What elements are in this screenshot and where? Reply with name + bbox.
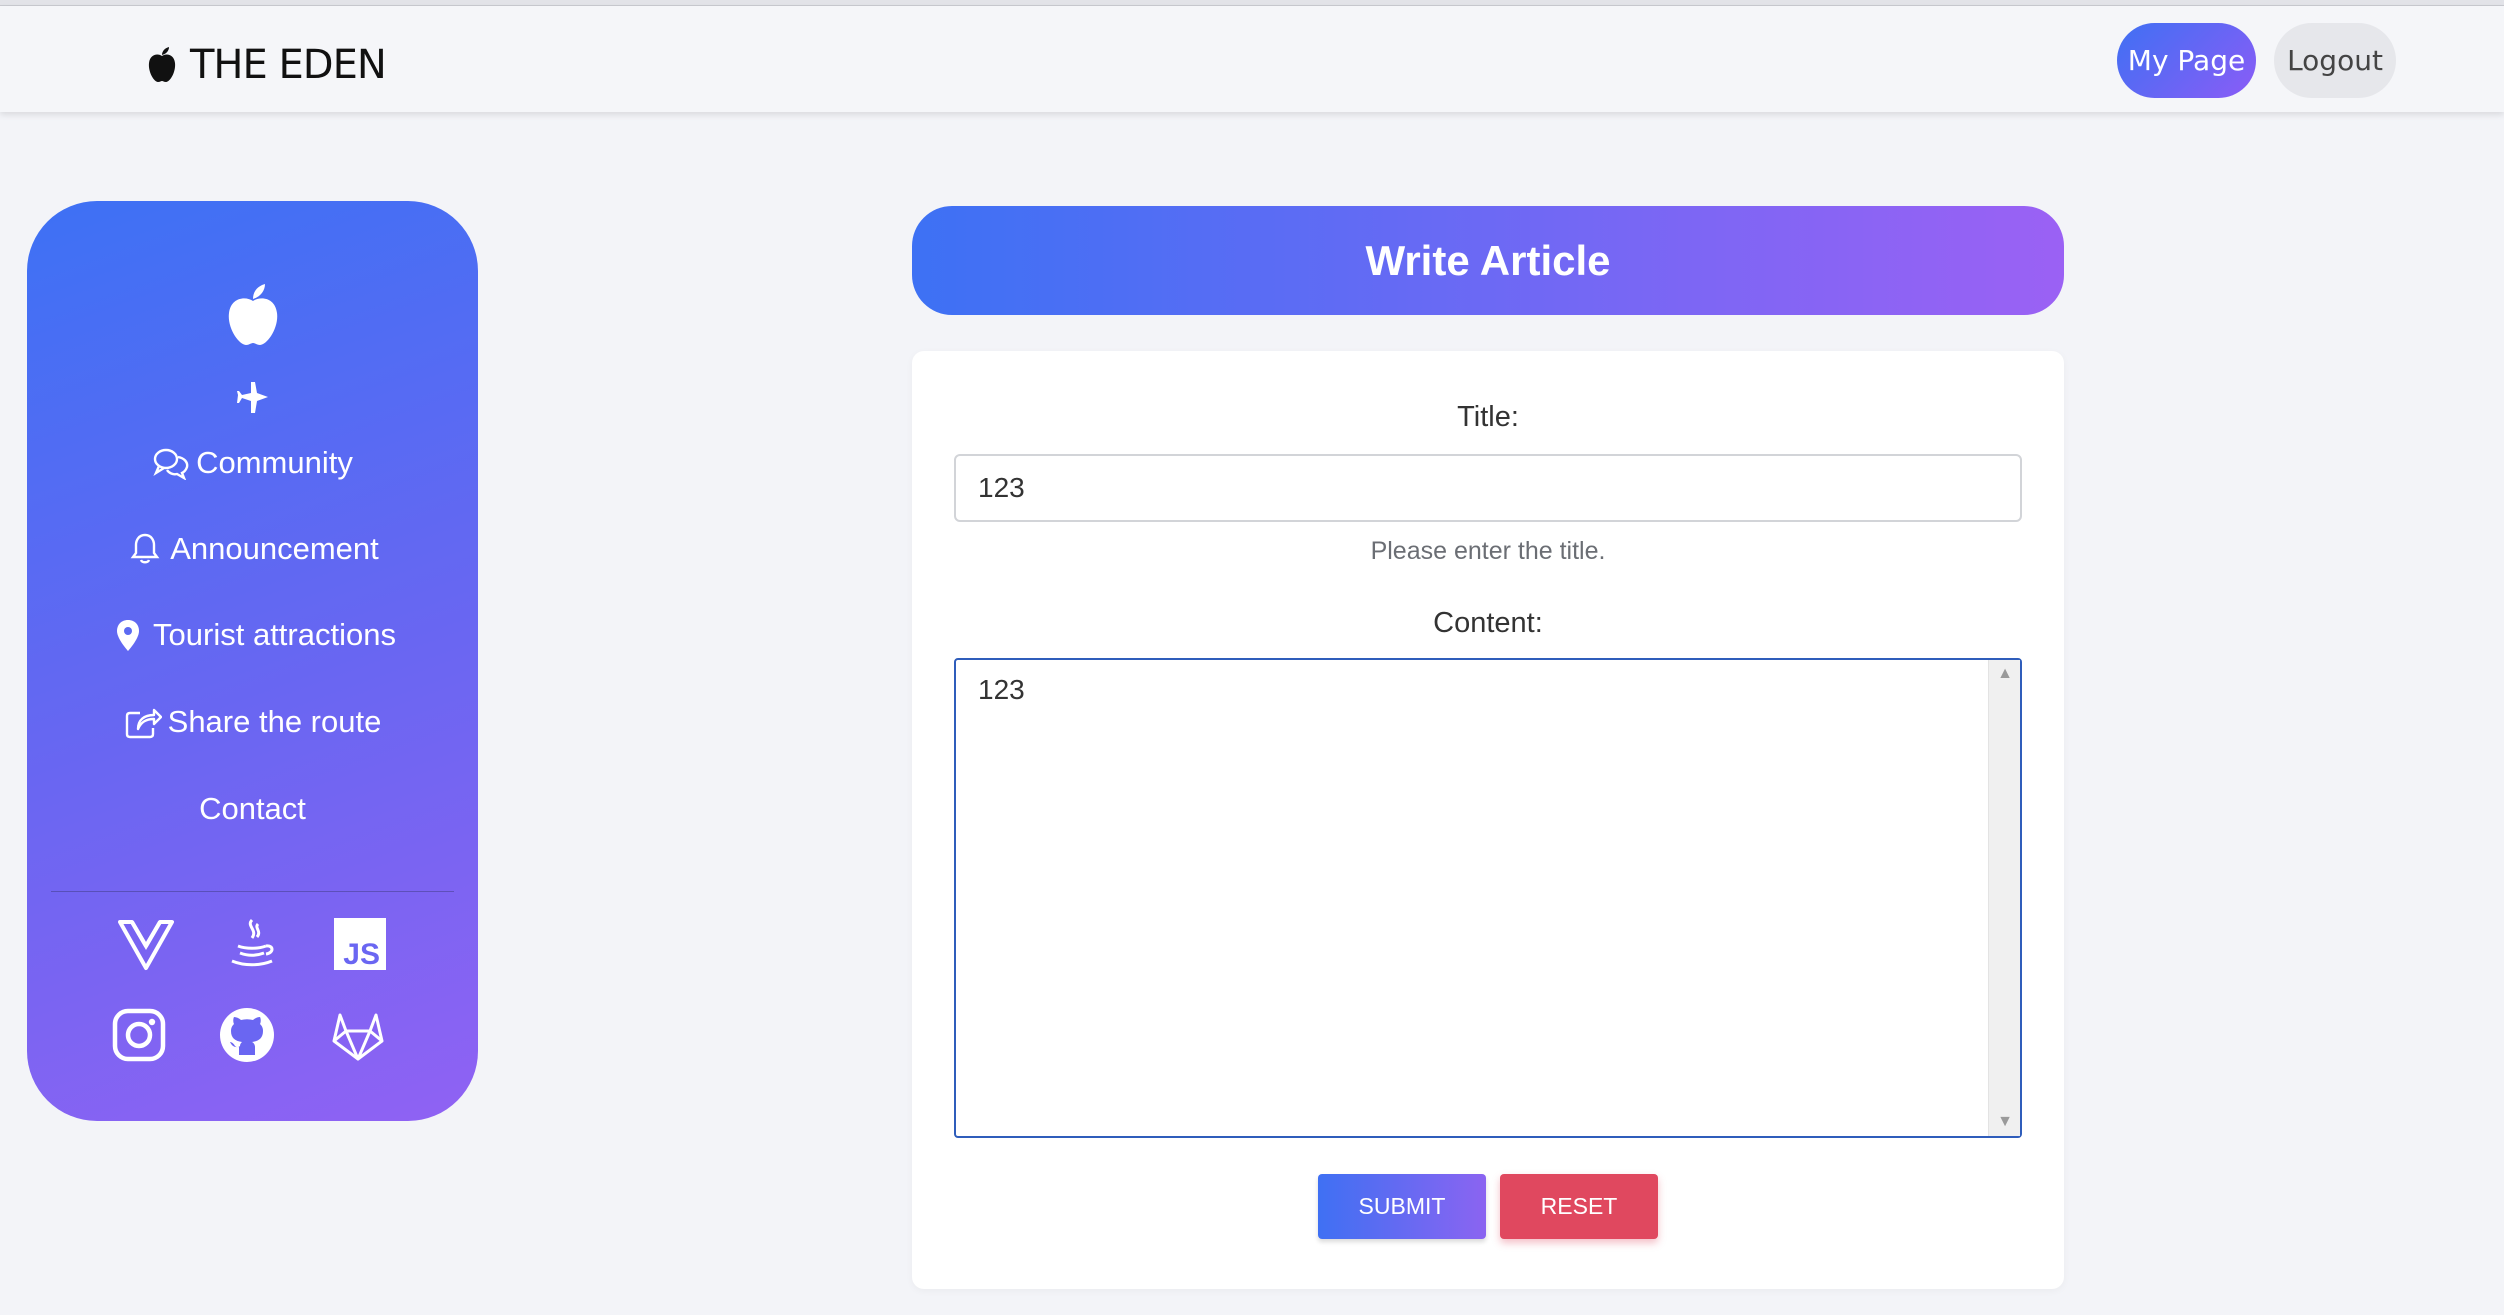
submit-button[interactable]: SUBMIT: [1318, 1174, 1486, 1239]
sidebar-item-label: Contact: [199, 791, 306, 826]
sidebar: Community Announcement Tourist attractio…: [27, 201, 478, 1121]
apple-logo-icon[interactable]: [225, 283, 281, 347]
github-icon[interactable]: [219, 1007, 275, 1063]
sidebar-item-label: Announcement: [170, 531, 379, 566]
my-page-button[interactable]: My Page: [2117, 23, 2256, 98]
logout-button[interactable]: Logout: [2274, 23, 2396, 98]
sidebar-item-announcement[interactable]: Announcement: [27, 531, 478, 567]
scroll-up-arrow-icon[interactable]: ▲: [1989, 660, 2021, 688]
sidebar-item-label: Tourist attractions: [153, 617, 396, 652]
javascript-icon[interactable]: JS: [332, 916, 388, 972]
reset-button[interactable]: RESET: [1500, 1174, 1658, 1239]
map-pin-icon: [117, 620, 140, 651]
airplane-icon[interactable]: [235, 379, 271, 415]
sidebar-item-label: Share the route: [167, 704, 382, 739]
sidebar-item-share-route[interactable]: Share the route: [27, 704, 478, 740]
page-title: Write Article: [912, 206, 2064, 315]
java-icon[interactable]: [224, 916, 280, 972]
site-logo[interactable]: THE EDEN: [146, 42, 387, 88]
sidebar-divider: [51, 891, 454, 892]
vue-icon[interactable]: [118, 916, 174, 972]
sidebar-item-community[interactable]: Community: [27, 445, 478, 481]
logo-text: THE EDEN: [190, 42, 387, 88]
sidebar-item-tourist-attractions[interactable]: Tourist attractions: [27, 617, 478, 653]
content-label: Content:: [1433, 607, 1543, 639]
title-hint: Please enter the title.: [1370, 537, 1606, 565]
gitlab-icon[interactable]: [330, 1007, 386, 1063]
title-label: Title:: [1457, 401, 1519, 433]
sidebar-item-contact[interactable]: Contact: [27, 791, 478, 827]
share-icon: [125, 708, 162, 739]
svg-text:JS: JS: [343, 938, 380, 971]
content-field[interactable]: 123 ▲ ▼: [954, 658, 2022, 1138]
instagram-icon[interactable]: [111, 1007, 167, 1063]
title-input[interactable]: [954, 454, 2022, 522]
sidebar-item-label: Community: [196, 445, 353, 480]
chat-bubbles-icon: [153, 448, 189, 480]
article-form: Title: Please enter the title. Content: …: [912, 351, 2064, 1289]
scroll-down-arrow-icon[interactable]: ▼: [1989, 1108, 2021, 1136]
content-textarea[interactable]: 123: [956, 660, 1988, 1136]
apple-logo-icon: [148, 47, 176, 82]
top-header: THE EDEN My Page Logout: [0, 6, 2504, 112]
bell-icon: [130, 533, 160, 564]
content-scrollbar[interactable]: ▲ ▼: [1988, 660, 2020, 1136]
